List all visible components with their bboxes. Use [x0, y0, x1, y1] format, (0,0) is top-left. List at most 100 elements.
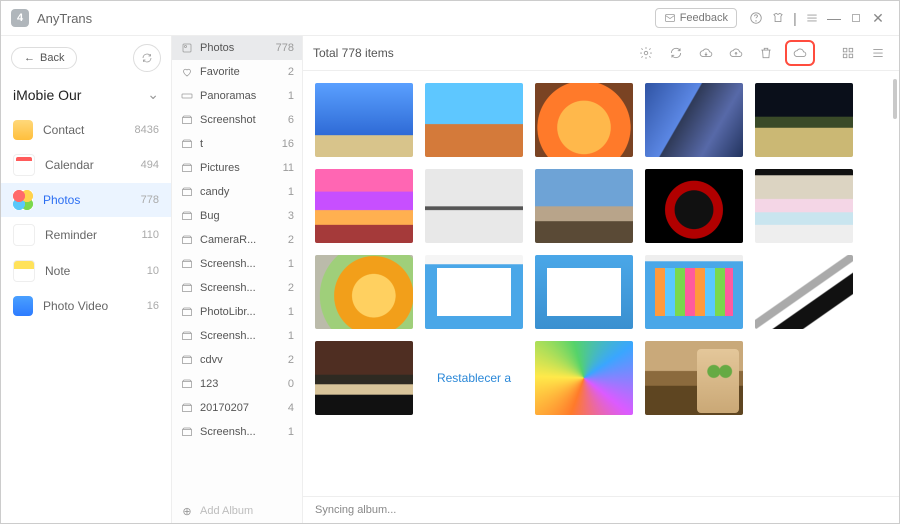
photo-thumbnail[interactable] — [535, 341, 633, 415]
feedback-label: Feedback — [680, 12, 728, 24]
photo-thumbnail[interactable] — [315, 255, 413, 329]
album-count: 1 — [288, 330, 294, 342]
refresh-icon — [141, 52, 153, 64]
photo-thumbnail[interactable] — [755, 255, 853, 329]
album-label: PhotoLibr... — [200, 306, 256, 318]
album-label: Screensh... — [200, 330, 256, 342]
photo-thumbnail[interactable] — [425, 169, 523, 243]
video-icon — [13, 296, 33, 316]
minimize-button[interactable]: — — [823, 7, 845, 29]
feedback-button[interactable]: Feedback — [655, 8, 737, 28]
category-list: Contact8436 Calendar494 Photos778 Remind… — [1, 109, 171, 523]
back-button[interactable]: ← Back — [11, 47, 77, 69]
sidebar-item-count: 110 — [141, 229, 159, 241]
album-count: 2 — [288, 234, 294, 246]
mail-icon — [664, 12, 676, 24]
album-row[interactable]: CameraR...2 — [172, 228, 302, 252]
album-count: 16 — [282, 138, 294, 150]
cloud-download-icon — [699, 46, 713, 60]
photo-thumbnail[interactable] — [315, 83, 413, 157]
album-icon — [180, 113, 194, 127]
sync-button[interactable] — [665, 43, 687, 63]
album-icon — [180, 257, 194, 271]
album-icon — [180, 65, 194, 79]
cloud-upload-button[interactable] — [725, 43, 747, 63]
album-count: 1 — [288, 186, 294, 198]
photo-thumbnail[interactable] — [315, 341, 413, 415]
sidebar-item-calendar[interactable]: Calendar494 — [1, 147, 171, 183]
photo-thumbnail[interactable] — [645, 83, 743, 157]
sidebar-item-label: Calendar — [45, 158, 94, 172]
photo-thumbnail[interactable] — [755, 169, 853, 243]
sidebar-item-count: 778 — [141, 194, 159, 206]
device-row[interactable]: iMobie Our ⌄ — [1, 80, 171, 109]
theme-button[interactable] — [767, 7, 789, 29]
album-row[interactable]: Panoramas1 — [172, 84, 302, 108]
album-row[interactable]: Screenshot6 — [172, 108, 302, 132]
settings-button[interactable] — [635, 43, 657, 63]
cloud-download-button[interactable] — [695, 43, 717, 63]
photo-thumbnail[interactable] — [645, 169, 743, 243]
photo-thumbnail[interactable] — [425, 255, 523, 329]
sidebar-item-contact[interactable]: Contact8436 — [1, 113, 171, 147]
content-toolbar: Total 778 items — [303, 36, 899, 71]
grid-icon — [841, 46, 855, 60]
scrollbar[interactable] — [893, 79, 897, 119]
album-icon — [180, 137, 194, 151]
to-icloud-button[interactable] — [785, 40, 815, 66]
sidebar-item-photos[interactable]: Photos778 — [1, 183, 171, 217]
back-label: Back — [40, 52, 64, 64]
sidebar-item-note[interactable]: Note10 — [1, 253, 171, 289]
calendar-icon — [13, 154, 35, 176]
album-row[interactable]: Pictures11 — [172, 156, 302, 180]
photo-thumbnail[interactable] — [315, 169, 413, 243]
album-row[interactable]: Photos778 — [172, 36, 302, 60]
album-row[interactable]: Screensh...2 — [172, 276, 302, 300]
album-icon — [180, 161, 194, 175]
album-count: 1 — [288, 90, 294, 102]
contact-icon — [13, 120, 33, 140]
album-row[interactable]: 1230 — [172, 372, 302, 396]
album-icon — [180, 281, 194, 295]
album-row[interactable]: Bug3 — [172, 204, 302, 228]
photo-thumbnail[interactable]: Restablecer a — [425, 341, 523, 415]
delete-button[interactable] — [755, 43, 777, 63]
content-panel: Total 778 items — [303, 36, 899, 523]
close-button[interactable]: ✕ — [867, 7, 889, 29]
menu-button[interactable] — [801, 7, 823, 29]
album-row[interactable]: Screensh... 1 — [172, 324, 302, 348]
album-row[interactable]: t16 — [172, 132, 302, 156]
photo-thumbnail[interactable] — [535, 83, 633, 157]
app-name: AnyTrans — [37, 11, 92, 26]
sidebar-item-reminder[interactable]: Reminder110 — [1, 217, 171, 253]
photo-thumbnail[interactable] — [645, 255, 743, 329]
photo-thumbnail[interactable] — [645, 341, 743, 415]
album-label: candy — [200, 186, 229, 198]
sidebar-item-photo-video[interactable]: Photo Video16 — [1, 289, 171, 323]
album-row[interactable]: 201702074 — [172, 396, 302, 420]
album-row[interactable]: Screensh...1 — [172, 420, 302, 444]
album-icon — [180, 329, 194, 343]
album-label: Bug — [200, 210, 220, 222]
view-grid-button[interactable] — [837, 43, 859, 63]
photo-thumbnail[interactable] — [535, 169, 633, 243]
album-row[interactable]: PhotoLibr...1 — [172, 300, 302, 324]
album-row[interactable]: Favorite2 — [172, 60, 302, 84]
refresh-button[interactable] — [133, 44, 161, 72]
album-row[interactable]: cdvv2 — [172, 348, 302, 372]
view-list-button[interactable] — [867, 43, 889, 63]
reminder-icon — [13, 224, 35, 246]
square-icon — [850, 12, 862, 24]
photo-thumbnail[interactable] — [755, 83, 853, 157]
album-label: 20170207 — [200, 402, 249, 414]
album-icon — [180, 209, 194, 223]
album-row[interactable]: Screensh...1 — [172, 252, 302, 276]
photo-thumbnail[interactable] — [425, 83, 523, 157]
add-album-button[interactable]: ⊕ Add Album — [172, 499, 302, 523]
album-row[interactable]: candy 1 — [172, 180, 302, 204]
photo-thumbnail[interactable] — [535, 255, 633, 329]
album-label: Pictures — [200, 162, 240, 174]
help-button[interactable] — [745, 7, 767, 29]
maximize-button[interactable] — [845, 7, 867, 29]
sidebar-item-count: 10 — [147, 265, 159, 277]
